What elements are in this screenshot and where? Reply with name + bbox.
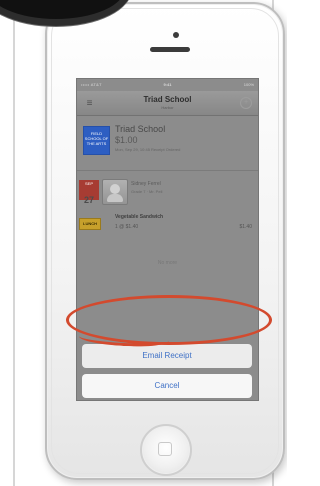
meal-name: Vegetable Sandwich — [115, 214, 164, 220]
left-frame-line — [13, 0, 15, 486]
email-receipt-button[interactable]: Email Receipt — [82, 344, 252, 368]
order-row: SEP 27 Sidney Ferrel Grade 7 · Mr. Pell … — [77, 177, 258, 243]
meal-detail: 1 @ $1.40 — [115, 224, 139, 230]
date-number: 27 — [83, 195, 94, 205]
school-row: FIELD SCHOOL OF THE ARTS Triad School $1… — [77, 116, 258, 171]
home-button[interactable] — [140, 424, 192, 476]
battery-label: 100% — [243, 82, 254, 87]
status-time: 9:41 — [163, 82, 172, 87]
student-meta: Grade 7 · Mr. Pell — [131, 189, 163, 194]
plus-icon[interactable]: + — [240, 97, 252, 109]
phone-screen: ••••• AT&T 9:41 100% ≡ Triad School Harb… — [76, 78, 259, 401]
cancel-button[interactable]: Cancel — [82, 374, 252, 398]
school-price: $1.00 — [115, 135, 138, 145]
nav-subtitle: Harbor — [161, 105, 174, 110]
speaker-grille — [150, 47, 190, 52]
action-sheet: Email Receipt Cancel — [82, 344, 252, 400]
school-meta: Mon, Sep 29, 10:45 Receipt Ordered — [115, 147, 181, 152]
navigation-bar: ≡ Triad School Harbor + — [77, 91, 258, 116]
receipt-content: FIELD SCHOOL OF THE ARTS Triad School $1… — [77, 116, 258, 400]
iphone-device: ••••• AT&T 9:41 100% ≡ Triad School Harb… — [45, 2, 285, 480]
camera-icon — [173, 32, 179, 38]
nav-title: Triad School — [143, 95, 192, 104]
avatar — [102, 179, 128, 205]
screenshot-canvas: ••••• AT&T 9:41 100% ≡ Triad School Harb… — [0, 0, 287, 486]
status-bar: ••••• AT&T 9:41 100% — [77, 79, 258, 91]
meal-tag: LUNCH — [79, 218, 101, 230]
school-logo: FIELD SCHOOL OF THE ARTS — [83, 126, 110, 155]
student-name: Sidney Ferrel — [131, 181, 161, 187]
school-name: Triad School — [115, 124, 166, 134]
placeholder-line: No more — [157, 260, 178, 266]
meal-price: $1.40 — [239, 224, 252, 230]
